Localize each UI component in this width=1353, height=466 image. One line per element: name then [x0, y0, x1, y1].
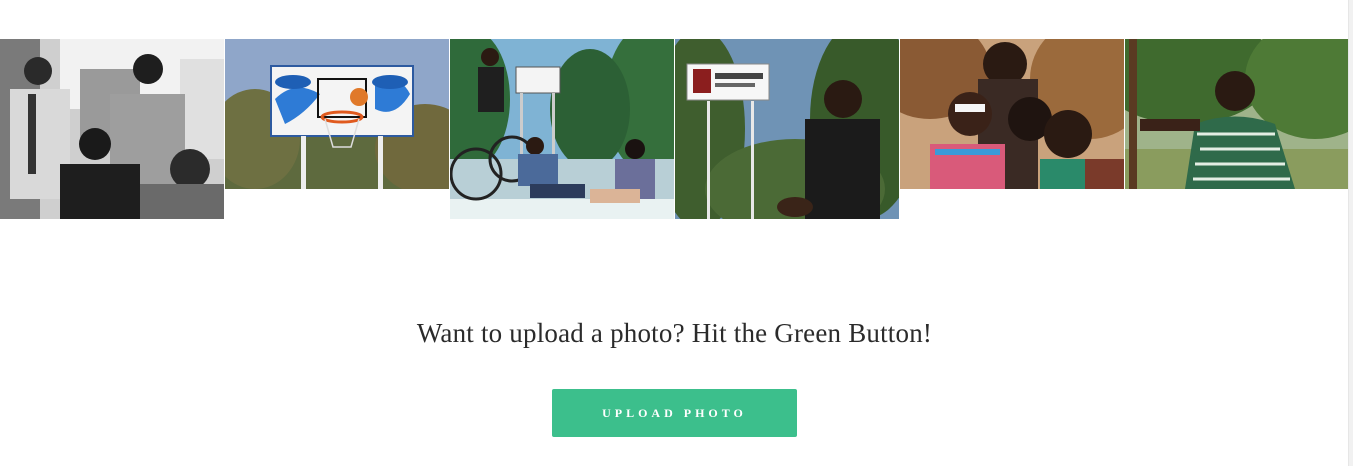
gallery-photo-6[interactable]: [1125, 39, 1349, 189]
photo-gallery: [0, 39, 1349, 219]
photo-students-bicycle: [450, 39, 674, 219]
gallery-photo-4[interactable]: [675, 39, 899, 219]
gallery-photo-1[interactable]: [0, 39, 224, 219]
gallery-photo-3[interactable]: [450, 39, 674, 219]
upload-photo-button[interactable]: UPLOAD PHOTO: [552, 389, 797, 437]
photo-student-patterned-shirt: [1125, 39, 1349, 189]
upload-prompt: Want to upload a photo? Hit the Green Bu…: [0, 318, 1349, 349]
scrollbar[interactable]: [1348, 0, 1353, 466]
photo-friends-posing: [900, 39, 1124, 189]
photo-basketball-hoop: [225, 39, 449, 189]
gallery-photo-2[interactable]: [225, 39, 449, 189]
upload-prompt-text: Want to upload a photo? Hit the Green Bu…: [416, 318, 933, 348]
photo-bw-students: [0, 39, 224, 219]
gallery-photo-5[interactable]: [900, 39, 1124, 189]
photo-strathmore-sign: [675, 39, 899, 219]
